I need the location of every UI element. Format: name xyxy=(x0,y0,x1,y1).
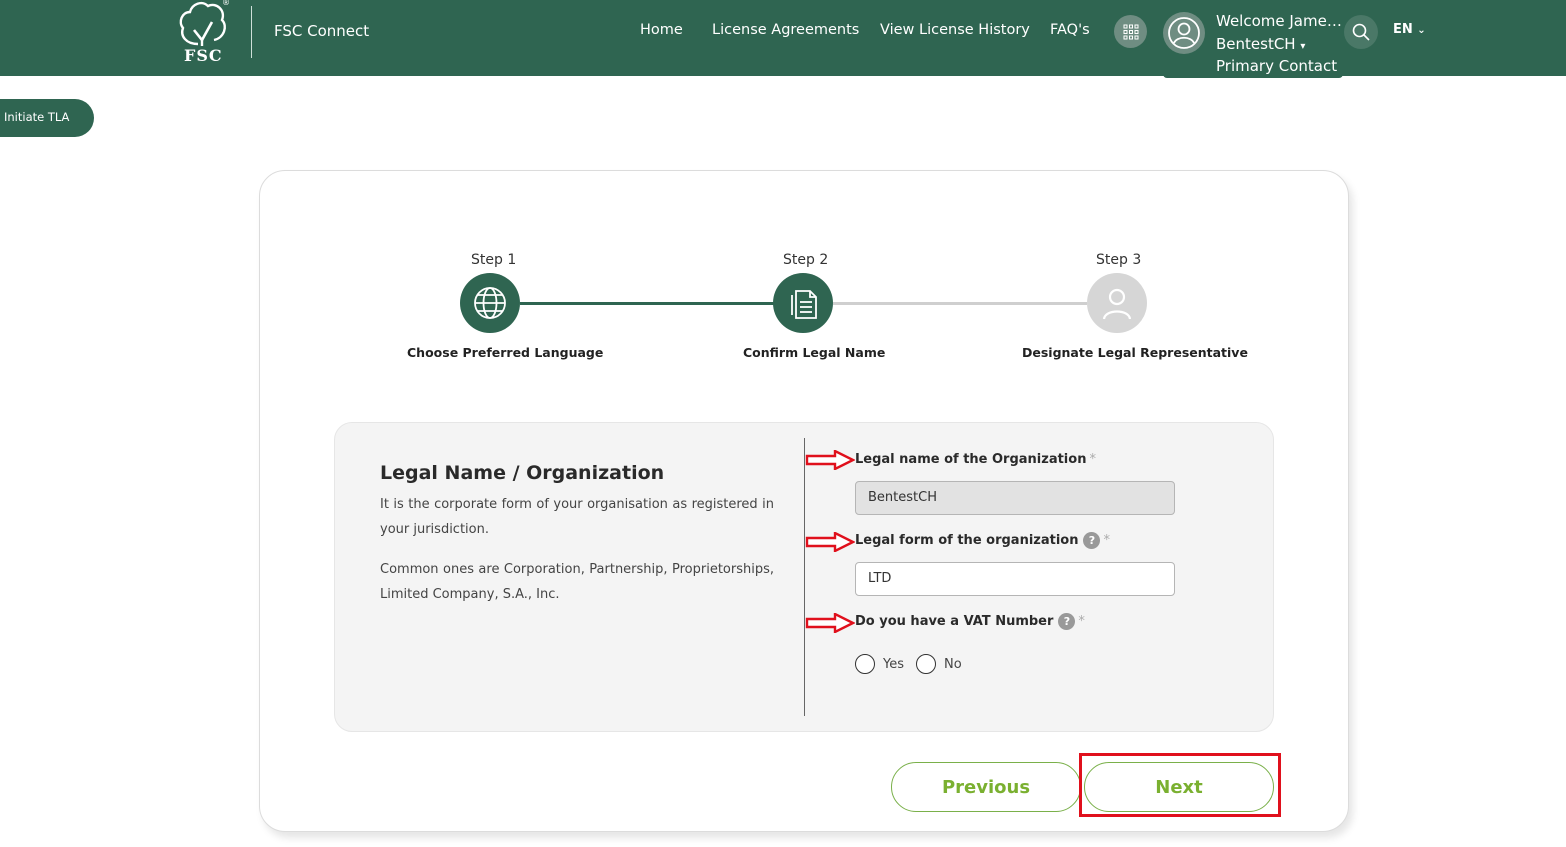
organization-selector[interactable]: BentestCH ▾ xyxy=(1216,35,1305,53)
stepper-line-pending xyxy=(833,302,1087,305)
tree-checkmark-icon xyxy=(179,1,226,46)
vat-label-text: Do you have a VAT Number xyxy=(855,614,1054,629)
legal-name-label-text: Legal name of the Organization xyxy=(855,452,1087,467)
step-1-label: Step 1 xyxy=(471,252,517,268)
required-asterisk: * xyxy=(1089,452,1096,467)
vat-yes-label[interactable]: Yes xyxy=(883,657,904,672)
previous-button[interactable]: Previous xyxy=(891,762,1081,812)
vat-label: Do you have a VAT Number? * xyxy=(855,613,1085,630)
language-selector[interactable]: EN ⌄ xyxy=(1393,22,1426,37)
required-asterisk: * xyxy=(1103,533,1110,548)
vat-no-radio[interactable] xyxy=(916,654,936,674)
search-button[interactable] xyxy=(1344,15,1378,49)
caret-down-icon: ▾ xyxy=(1300,41,1306,52)
vat-no-label[interactable]: No xyxy=(944,657,962,672)
initiate-tla-tab[interactable]: Initiate TLA xyxy=(0,99,94,137)
step-1-title: Choose Preferred Language xyxy=(407,345,604,360)
step-3-label: Step 3 xyxy=(1096,252,1142,268)
panel-divider xyxy=(804,438,805,716)
nav-faqs[interactable]: FAQ's xyxy=(1050,22,1090,38)
step-1-circle[interactable] xyxy=(460,273,520,333)
vat-yes-radio[interactable] xyxy=(855,654,875,674)
nav-home[interactable]: Home xyxy=(640,22,683,38)
legal-form-label-text: Legal form of the organization xyxy=(855,533,1079,548)
nav-view-license-history[interactable]: View License History xyxy=(880,22,1030,38)
welcome-text[interactable]: Welcome James... xyxy=(1216,12,1348,30)
apps-grid-button[interactable] xyxy=(1114,15,1147,48)
fsc-logo[interactable]: FSC ® xyxy=(174,0,232,70)
avatar[interactable] xyxy=(1163,12,1205,54)
help-icon[interactable]: ? xyxy=(1058,613,1076,630)
search-icon xyxy=(1352,23,1370,41)
globe-icon xyxy=(474,287,506,319)
organization-name: BentestCH xyxy=(1216,35,1296,53)
top-navigation-bar: FSC ® FSC Connect Home License Agreement… xyxy=(0,0,1566,78)
logo-text: FSC xyxy=(184,46,223,65)
required-asterisk: * xyxy=(1078,614,1085,629)
annotation-highlight-box xyxy=(1079,753,1281,817)
legal-form-input[interactable]: LTD xyxy=(855,562,1175,596)
stepper-line-completed xyxy=(520,302,774,305)
step-3-circle[interactable] xyxy=(1087,273,1147,333)
description-paragraph-2: Common ones are Corporation, Partnership… xyxy=(380,562,774,602)
legal-form-label: Legal form of the organization? * xyxy=(855,532,1110,549)
nav-license-agreements[interactable]: License Agreements xyxy=(712,22,859,38)
user-role: Primary Contact xyxy=(1216,57,1338,75)
document-icon xyxy=(791,290,817,319)
user-icon xyxy=(1102,288,1132,320)
section-title: Legal Name / Organization xyxy=(380,462,665,484)
description-paragraph-1: It is the corporate form of your organis… xyxy=(380,497,774,537)
user-avatar-icon xyxy=(1168,17,1200,49)
step-2-circle[interactable] xyxy=(773,273,833,333)
annotation-arrow-icon xyxy=(805,532,855,552)
annotation-arrow-icon xyxy=(805,450,855,470)
step-2-label: Step 2 xyxy=(783,252,829,268)
chevron-down-icon: ⌄ xyxy=(1417,25,1426,36)
help-icon[interactable]: ? xyxy=(1083,532,1101,549)
step-3-title: Designate Legal Representative xyxy=(1022,345,1248,360)
annotation-arrow-icon xyxy=(805,613,855,633)
language-code: EN xyxy=(1393,22,1413,37)
apps-grid-icon xyxy=(1123,24,1138,39)
brand-divider xyxy=(251,6,252,58)
step-2-title: Confirm Legal Name xyxy=(743,345,886,360)
legal-name-input[interactable]: BentestCH xyxy=(855,481,1175,515)
legal-name-label: Legal name of the Organization * xyxy=(855,452,1096,467)
registered-mark: ® xyxy=(222,0,230,7)
brand-name[interactable]: FSC Connect xyxy=(274,22,369,40)
